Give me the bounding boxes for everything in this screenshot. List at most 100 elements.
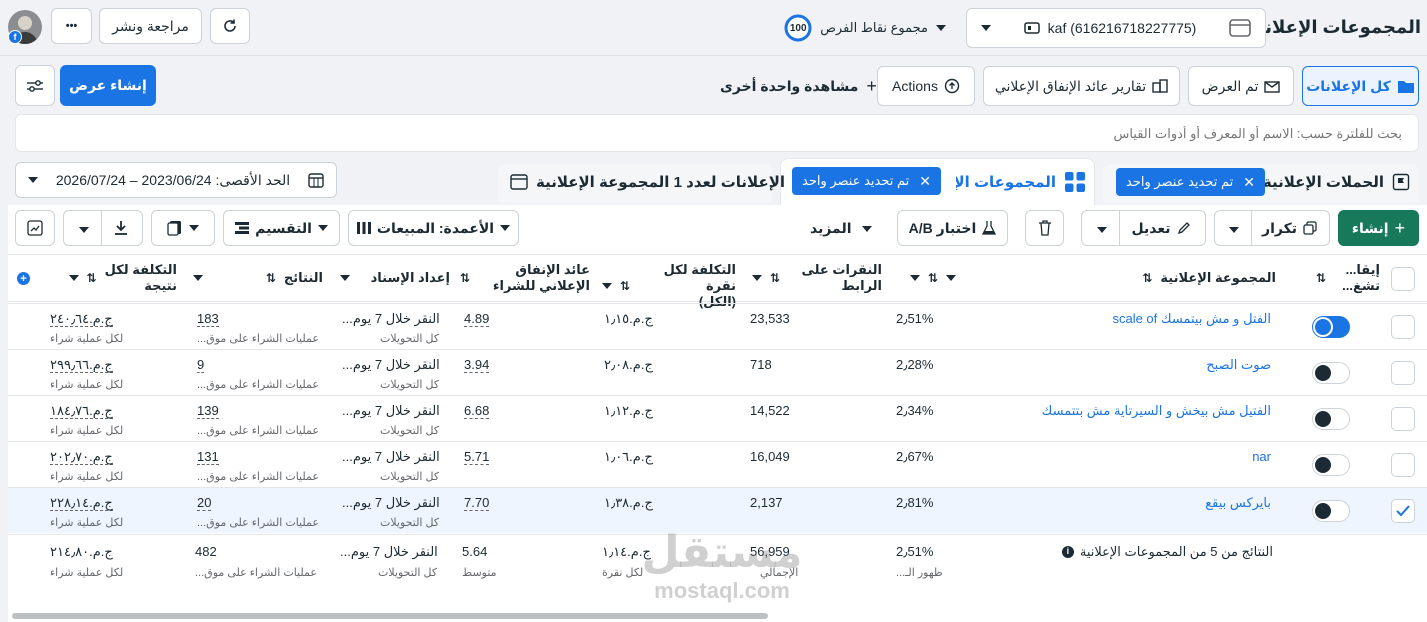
row-checkbox[interactable] [1391, 407, 1415, 431]
results-value[interactable]: 131 [197, 449, 219, 465]
sort-icon[interactable]: ⇅ [1142, 270, 1152, 286]
cpr-value[interactable]: ج.م.‏٢٠٢٫٧٠ [50, 449, 113, 465]
column-results[interactable]: النتائج ⇅ [193, 270, 323, 286]
select-all-checkbox[interactable] [1391, 267, 1415, 291]
export-menu[interactable] [67, 220, 101, 236]
delivery-toggle[interactable] [1312, 362, 1350, 384]
refresh-button[interactable] [210, 8, 250, 44]
cpr-value[interactable]: ج.م.‏٢٩٩٫٦٦ [50, 357, 113, 373]
cpr-value[interactable]: ج.م.‏٢٤٠٫٦٤ [50, 311, 113, 327]
row-checkbox[interactable] [1391, 315, 1415, 339]
table-row[interactable]: nar 2٫67% 16,049 ج.م.‏١٫٠٦ 5.71 النقر خلال 7 … [8, 441, 1427, 487]
more-dropdown[interactable]: المزيد [810, 220, 872, 237]
sort-icon[interactable]: ⇅ [460, 270, 470, 286]
table-row[interactable]: صوت الصبح 2٫28% 718 ج.م.‏٢٫٠٨ 3.94 النقر خلال… [8, 349, 1427, 395]
campaigns-selection-chip[interactable]: ✕ تم تحديد عنصر واحد [1116, 168, 1265, 196]
results-value[interactable]: 139 [197, 403, 219, 419]
delivery-toggle[interactable] [1312, 316, 1350, 338]
chevron-down-icon[interactable] [602, 283, 612, 289]
sort-icon[interactable]: ⇅ [620, 278, 630, 294]
sort-icon[interactable]: ⇅ [1316, 270, 1326, 286]
roas-value[interactable]: 3.94 [464, 357, 490, 373]
delete-button[interactable] [1025, 210, 1064, 246]
delivery-toggle[interactable] [1312, 500, 1350, 522]
roas-reports-button[interactable]: تقارير عائد الإنفاق الإعلاني [983, 66, 1180, 106]
search-bar[interactable] [15, 114, 1419, 152]
info-icon[interactable]: i [1061, 545, 1074, 558]
chart-toggle-button[interactable] [15, 210, 55, 246]
scrollbar-thumb[interactable] [12, 613, 768, 619]
date-range-picker[interactable]: الحد الأقصى: 2023/06/24 – 2026/07/24 [15, 162, 337, 198]
close-icon[interactable]: ✕ [1243, 174, 1255, 191]
adset-name-link[interactable]: nar [1252, 448, 1271, 465]
roas-value[interactable]: 4.89 [464, 311, 490, 327]
column-adset[interactable]: المجموعة الإعلانية ⇅ [946, 270, 1276, 286]
table-row[interactable]: الفتيل مش بيخش و السيرتاية مش بتتمسك 2٫34… [8, 395, 1427, 441]
sort-icon[interactable]: ⇅ [770, 270, 780, 286]
breakdown-dropdown[interactable]: التقسيم [223, 210, 340, 246]
columns-dropdown[interactable]: الأعمدة: المبيعات [348, 210, 519, 246]
delivery-toggle[interactable] [1312, 408, 1350, 430]
adset-name-link[interactable]: الفتل و مش بيتمسك scale of [1112, 310, 1271, 327]
edit-button[interactable]: تعديل [1081, 210, 1206, 246]
more-options-button[interactable]: ••• [51, 8, 92, 44]
chevron-down-icon[interactable] [193, 275, 203, 281]
sort-icon[interactable]: ⇅ [87, 270, 97, 286]
duplicate-menu[interactable] [1217, 220, 1251, 236]
column-roas[interactable]: عائد الإنفاق الإعلاني للشراء ⇅ [460, 262, 590, 294]
table-row[interactable]: الفتل و مش بيتمسك scale of 2٫51% 23,533 ج.م… [8, 303, 1427, 349]
cpr-value[interactable]: ج.م.‏٢٢٨٫١٤ [50, 495, 113, 511]
close-icon[interactable]: ✕ [919, 173, 931, 190]
viewed-label: تم العرض [1201, 77, 1259, 94]
export-button[interactable] [63, 210, 143, 246]
adset-name-link[interactable]: الفتيل مش بيخش و السيرتاية مش بتتمسك [1042, 402, 1271, 419]
roas-value[interactable]: 5.71 [464, 449, 490, 465]
ab-test-button[interactable]: اختبار A/B [897, 210, 1008, 246]
results-value[interactable]: 20 [197, 495, 212, 511]
chevron-down-icon[interactable] [340, 275, 350, 281]
horizontal-scrollbar[interactable] [8, 612, 1427, 620]
edit-menu[interactable] [1085, 220, 1119, 236]
account-selector[interactable]: kaf (616216718227775) [966, 8, 1266, 48]
delivery-toggle[interactable] [1312, 454, 1350, 476]
all-ads-button[interactable]: كل الإعلانات [1302, 66, 1419, 106]
create-button[interactable]: + إنشاء [1338, 210, 1419, 246]
filter-settings-button[interactable] [15, 65, 55, 106]
column-toggle[interactable]: إيقا... تشغ... ⇅ [1308, 262, 1380, 294]
sort-icon[interactable]: ⇅ [928, 270, 938, 286]
opportunity-score[interactable]: 100 مجموع نقاط الفرص [770, 14, 946, 42]
results-value[interactable]: 9 [197, 357, 205, 373]
adset-name-link[interactable]: بايركس بيقع [1205, 494, 1271, 511]
column-attribution[interactable]: إعداد الإسناد [340, 270, 450, 286]
reports-dropdown[interactable] [151, 210, 215, 246]
column-cpr[interactable]: التكلفة لكل نتيجة ⇅ [45, 262, 177, 294]
create-view-button[interactable]: إنشاء عرض [60, 65, 156, 106]
search-input[interactable] [16, 115, 1418, 151]
viewed-button[interactable]: تم العرض [1188, 66, 1294, 106]
add-column-icon[interactable]: + [17, 272, 30, 285]
row-checkbox[interactable] [1391, 361, 1415, 385]
chevron-down-icon[interactable] [752, 275, 762, 281]
download-part[interactable] [100, 211, 140, 245]
chevron-down-icon[interactable] [946, 275, 956, 281]
sort-icon[interactable]: ⇅ [266, 270, 276, 286]
roas-value[interactable]: 6.68 [464, 403, 490, 419]
row-checkbox[interactable] [1391, 453, 1415, 477]
row-checkbox[interactable] [1391, 499, 1415, 523]
review-publish-button[interactable]: مراجعة ونشر [99, 8, 202, 44]
column-toggle-label: إيقا... تشغ... [1342, 262, 1380, 293]
column-delivery[interactable]: ⇅ [898, 270, 938, 286]
results-value[interactable]: 183 [197, 311, 219, 327]
chevron-down-icon[interactable] [909, 275, 920, 281]
column-link-clicks[interactable]: النقرات على الرابط ⇅ [752, 262, 882, 294]
ad-window-icon [510, 174, 528, 190]
summary-label: النتائج من 5 من المجموعات الإعلانية [1079, 544, 1273, 559]
adsets-selection-chip[interactable]: ✕ تم تحديد عنصر واحد [792, 167, 941, 195]
duplicate-button[interactable]: تكرار [1214, 210, 1330, 246]
roas-value[interactable]: 7.70 [464, 495, 490, 511]
chevron-down-icon[interactable] [68, 275, 79, 281]
adset-name-link[interactable]: صوت الصبح [1206, 356, 1271, 373]
view-more-link[interactable]: + مشاهدة واحدة أخرى [720, 76, 877, 97]
cpr-value[interactable]: ج.م.‏١٨٤٫٧٦ [50, 403, 113, 419]
actions-button[interactable]: Actions [877, 66, 975, 106]
